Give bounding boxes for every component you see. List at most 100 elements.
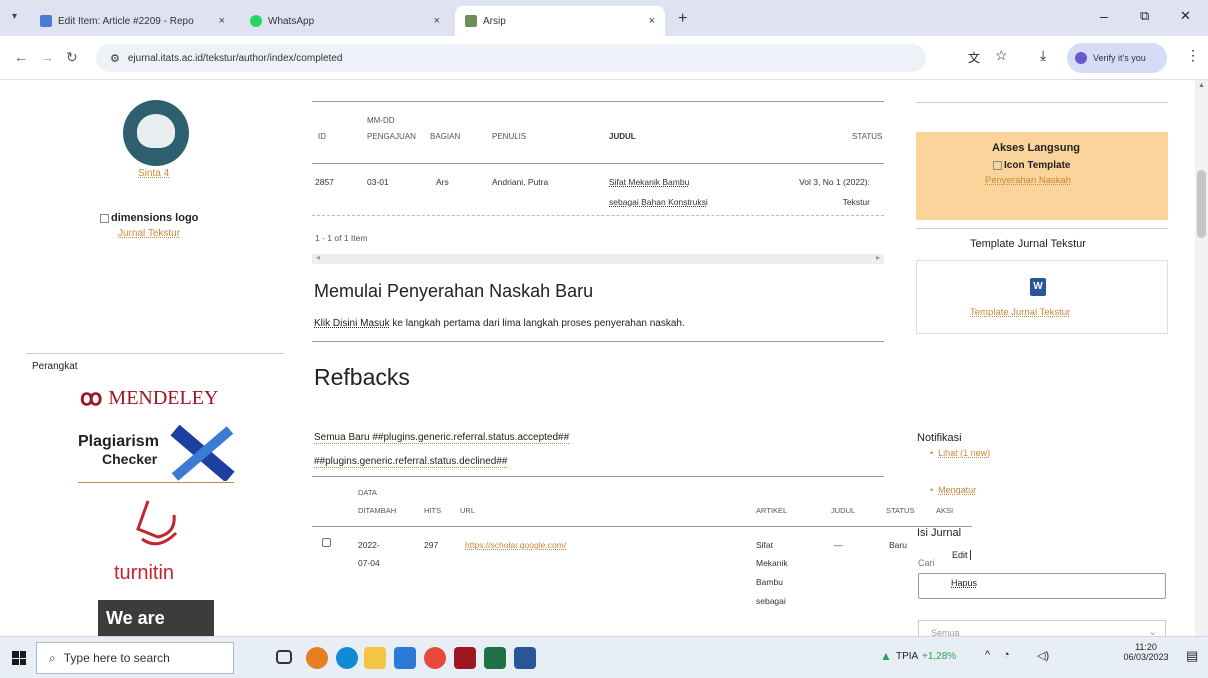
row-title-link[interactable]: Sifat Mekanik Bambu (609, 177, 689, 187)
minimize-button[interactable]: – (1100, 8, 1108, 24)
hapus-link[interactable]: Hapus (951, 578, 977, 588)
x-icon (170, 425, 235, 481)
bookmark-star-icon[interactable]: ☆ (995, 47, 1008, 64)
icon-template-image[interactable]: Icon Template (993, 160, 1071, 171)
tab-search-icon[interactable]: ▾ (12, 11, 17, 22)
scroll-left-icon[interactable]: ◂ (316, 253, 320, 262)
ref-status: Baru (889, 540, 907, 550)
refback-filter-1[interactable]: Semua Baru ##plugins.generic.referral.st… (314, 432, 570, 444)
sinta-avatar (123, 100, 189, 166)
download-icon[interactable]: ⤓ (1040, 47, 1046, 64)
close-window-button[interactable]: ✕ (1180, 8, 1191, 24)
ref-hits: 297 (424, 540, 439, 550)
chevron-down-icon: ⌄ (1148, 627, 1157, 636)
scroll-right-icon[interactable]: ▸ (876, 253, 880, 262)
taskbar-search-input[interactable]: ⌕ Type here to search (36, 642, 234, 674)
file-explorer-icon[interactable] (364, 647, 386, 669)
we-are-banner[interactable]: We are (98, 600, 214, 636)
stock-name[interactable]: TPIA (896, 651, 918, 662)
windows-start-icon[interactable] (12, 651, 26, 665)
mm-dd-header: MM-DD (367, 116, 395, 125)
edge-icon[interactable] (336, 647, 358, 669)
new-tab-button[interactable]: + (678, 10, 687, 28)
tab-bar: ▾ Edit Item: Article #2209 - Repo × What… (0, 0, 1208, 36)
ref-date-1: 2022- (358, 540, 380, 550)
row-id: 2857 (315, 177, 334, 187)
col-pengajuan: PENGAJUAN (367, 132, 416, 141)
page-scrollbar[interactable]: ▲ (1195, 80, 1208, 636)
row-section: Ars (436, 177, 449, 187)
close-tab-icon[interactable]: × (219, 15, 225, 27)
restore-button[interactable]: ⧉ (1140, 8, 1149, 24)
template-jurnal-link[interactable]: Template Jurnal Tekstur (970, 307, 1070, 318)
tab-edit-item[interactable]: Edit Item: Article #2209 - Repo × (30, 6, 235, 36)
mengatur-link[interactable]: Mengatur (938, 485, 976, 495)
site-info-icon[interactable]: ⚙ (110, 52, 120, 65)
app-icon-colorful[interactable] (306, 647, 328, 669)
back-icon[interactable]: ← (14, 49, 28, 65)
profile-icon (1075, 52, 1087, 64)
col-artikel: ARTIKEL (756, 506, 788, 515)
penyerahan-naskah-link[interactable]: Penyerahan Naskah (985, 175, 1071, 186)
table-scrollbar[interactable]: ◂ ▸ (312, 253, 884, 264)
col-bagian: BAGIAN (430, 132, 461, 141)
ref-judul: — (834, 540, 843, 550)
sinta-caption[interactable]: Sinta 4 (138, 168, 169, 179)
clock-time: 11:20 (1135, 642, 1157, 652)
tab-whatsapp[interactable]: WhatsApp × (240, 6, 450, 36)
url-field[interactable]: ⚙ ejurnal.itats.ac.id/tekstur/author/ind… (96, 44, 926, 72)
turnitin-text[interactable]: turnitin (114, 562, 174, 585)
network-icon[interactable]: ◔ (1003, 649, 1010, 661)
close-tab-icon[interactable]: × (434, 15, 440, 27)
tab-arsip[interactable]: Arsip × (455, 6, 665, 36)
turnitin-logo-icon (136, 500, 178, 546)
row-title-link-2[interactable]: sebagai Bahan Konstruksi (609, 197, 708, 207)
chrome-icon[interactable] (424, 647, 446, 669)
word-icon[interactable] (514, 647, 536, 669)
tab-label: Edit Item: Article #2209 - Repo (58, 15, 194, 27)
verify-profile-button[interactable]: Verify it's you (1067, 43, 1167, 73)
address-bar: ← → ↻ ⚙ ejurnal.itats.ac.id/tekstur/auth… (0, 36, 1208, 80)
ref-article-1: Sifat (756, 540, 774, 550)
lihat-item[interactable]: • Lihat (1 new) (930, 448, 990, 458)
ref-article-2: Mekanik (756, 558, 788, 568)
col-url: URL (460, 506, 476, 515)
reload-icon[interactable]: ↻ (66, 49, 78, 66)
mengatur-item[interactable]: • Mengatur (930, 485, 976, 495)
lihat-link[interactable]: Lihat (1 new) (938, 448, 990, 458)
col-ditambah: DITAMBAH (358, 506, 397, 515)
mendeley-logo[interactable]: ꝏ MENDELEY (80, 385, 218, 411)
jurnal-tekstur-link[interactable]: Jurnal Tekstur (118, 228, 180, 239)
notification-icon[interactable]: ▤ (1186, 648, 1198, 664)
row-checkbox[interactable] (322, 538, 331, 547)
new-submission-desc: ke langkah pertama dari lima langkah pro… (392, 318, 685, 329)
clock-date: 06/03/2023 (1123, 652, 1169, 662)
mendeley-taskbar-icon[interactable] (454, 647, 476, 669)
tray-chevron-icon[interactable]: ^ (985, 649, 990, 661)
ref-url-link[interactable]: https://scholar.google.com/ (465, 540, 566, 550)
word-doc-icon[interactable]: W (1030, 278, 1046, 296)
row-authors: Andriani, Putra (492, 177, 549, 187)
translate-icon[interactable]: 文 (968, 49, 980, 66)
verify-label: Verify it's you (1093, 53, 1146, 63)
task-view-icon[interactable] (276, 650, 292, 664)
whatsapp-icon (250, 15, 262, 27)
new-submission-text: Klik Disini Masuk ke langkah pertama dar… (314, 318, 685, 329)
forward-icon[interactable]: → (40, 49, 54, 65)
plagiarism-checker-logo[interactable]: Plagiarism Checker (78, 425, 235, 481)
close-tab-icon[interactable]: × (649, 15, 655, 27)
clock[interactable]: 11:20 06/03/2023 (1118, 642, 1174, 662)
photos-icon[interactable] (394, 647, 416, 669)
volume-icon[interactable]: ◁) (1037, 649, 1049, 662)
excel-icon[interactable] (484, 647, 506, 669)
scroll-up-icon[interactable]: ▲ (1198, 82, 1205, 89)
refback-filter-2[interactable]: ##plugins.generic.referral.status.declin… (314, 456, 508, 468)
col-status: STATUS (852, 132, 883, 141)
checker-text: Checker (102, 451, 158, 467)
scrollbar-thumb[interactable] (1197, 170, 1206, 238)
tab-label: WhatsApp (268, 15, 315, 27)
menu-icon[interactable]: ⋮ (1186, 47, 1200, 64)
klik-disini-link[interactable]: Klik Disini Masuk (314, 318, 390, 329)
search-scope-select[interactable]: Semua ⌄ (918, 620, 1166, 636)
edit-link[interactable]: Edit (952, 550, 971, 560)
